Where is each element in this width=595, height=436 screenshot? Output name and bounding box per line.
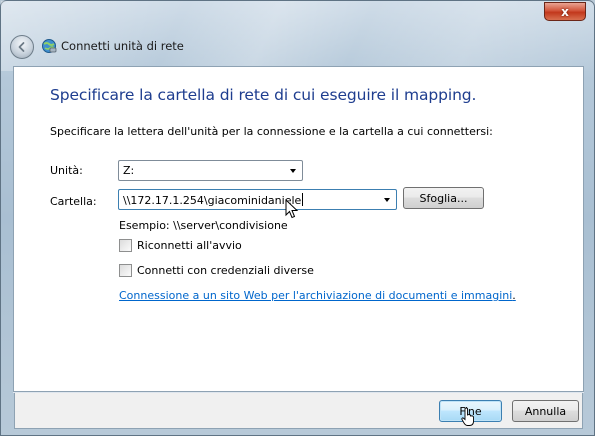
- back-arrow-icon: [18, 42, 25, 52]
- reconnect-checkbox[interactable]: [119, 239, 132, 252]
- dropdown-arrow-icon[interactable]: [290, 169, 296, 173]
- drive-select-value: Z:: [123, 164, 135, 177]
- folder-input[interactable]: \\172.17.1.254\giacominidaniele: [118, 189, 397, 210]
- credentials-label: Connetti con credenziali diverse: [137, 264, 314, 277]
- back-button[interactable]: [10, 35, 34, 59]
- credentials-option[interactable]: Connetti con credenziali diverse: [119, 264, 314, 277]
- example-text: Esempio: \\server\condivisione: [119, 219, 288, 232]
- close-icon: x: [561, 4, 569, 19]
- reconnect-label: Riconnetti all'avvio: [137, 239, 242, 252]
- link-period: .: [512, 289, 516, 302]
- website-connect-link-text[interactable]: Connessione a un sito Web per l'archivia…: [119, 289, 512, 302]
- website-connect-link[interactable]: Connessione a un sito Web per l'archivia…: [119, 289, 516, 302]
- folder-input-value: \\172.17.1.254\giacominidaniele: [123, 194, 302, 207]
- footer-bar: Fine Annulla: [14, 393, 583, 429]
- drive-label: Unità:: [50, 164, 83, 177]
- content-panel: Specificare la cartella di rete di cui e…: [13, 66, 584, 392]
- close-button[interactable]: x: [544, 2, 586, 21]
- cancel-button[interactable]: Annulla: [512, 400, 579, 422]
- network-drive-icon: [42, 39, 57, 53]
- reconnect-option[interactable]: Riconnetti all'avvio: [119, 239, 242, 252]
- text-caret: [302, 193, 304, 206]
- instructions-text: Specificare la lettera dell'unità per la…: [50, 125, 493, 138]
- credentials-checkbox[interactable]: [119, 264, 132, 277]
- page-heading: Specificare la cartella di rete di cui e…: [50, 86, 477, 104]
- browse-button[interactable]: Sfoglia...: [403, 187, 484, 209]
- drive-select[interactable]: Z:: [118, 160, 303, 181]
- folder-label: Cartella:: [50, 195, 97, 208]
- window-title: Connetti unità di rete: [61, 39, 184, 53]
- dialog-window: x Connetti unità di rete Specificare la …: [0, 0, 595, 436]
- finish-button[interactable]: Fine: [439, 400, 502, 422]
- dropdown-arrow-icon[interactable]: [384, 198, 390, 202]
